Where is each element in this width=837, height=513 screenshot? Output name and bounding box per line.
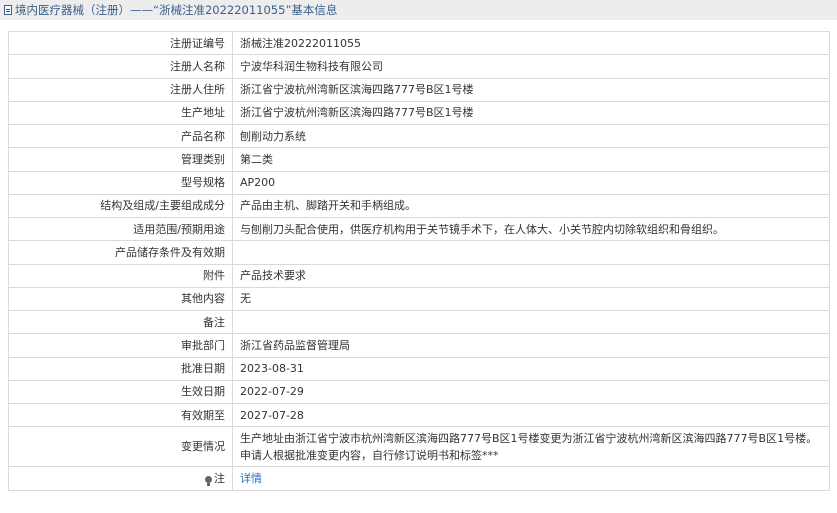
row-value: 第二类: [232, 147, 830, 172]
row-label: 变更情况: [8, 426, 233, 468]
row-value: 2027-07-28: [232, 402, 830, 428]
row-value: [232, 240, 830, 265]
row-label: 产品名称: [8, 123, 233, 149]
row-value: AP200: [232, 170, 830, 195]
table-row: 适用范围/预期用途 与刨削刀头配合使用，供医疗机构用于关节镜手术下，在人体大、小…: [8, 216, 830, 242]
row-label: 有效期至: [8, 402, 233, 428]
row-label: 适用范围/预期用途: [8, 216, 233, 242]
table-row: 生效日期 2022-07-29: [8, 379, 830, 405]
row-value: 刨削动力系统: [232, 123, 830, 149]
row-value: [232, 309, 830, 335]
row-label: 审批部门: [8, 333, 233, 358]
table-row: 管理类别 第二类: [8, 147, 830, 172]
row-value: 生产地址由浙江省宁波市杭州湾新区滨海四路777号B区1号楼变更为浙江省宁波杭州湾…: [232, 426, 830, 468]
row-value: 产品技术要求: [232, 263, 830, 288]
row-value: 浙江省宁波杭州湾新区滨海四路777号B区1号楼: [232, 77, 830, 102]
table-row: 其他内容 无: [8, 286, 830, 312]
row-label: 附件: [8, 263, 233, 288]
table-row: 型号规格 AP200: [8, 170, 830, 195]
table-row: 产品名称 刨削动力系统: [8, 123, 830, 149]
row-label: 产品储存条件及有效期: [8, 240, 233, 265]
note-label: 注: [8, 466, 233, 491]
note-value: 详情: [232, 466, 830, 491]
row-label: 其他内容: [8, 286, 233, 312]
row-label: 批准日期: [8, 356, 233, 381]
page-title: 境内医疗器械（注册）——“浙械注准20222011055”基本信息: [15, 3, 338, 17]
detail-link[interactable]: 详情: [240, 472, 262, 485]
table-row: 注册证编号 浙械注准20222011055: [8, 30, 830, 56]
row-value: 2022-07-29: [232, 379, 830, 405]
row-label: 管理类别: [8, 147, 233, 172]
row-value: 2023-08-31: [232, 356, 830, 381]
table-row: 注册人住所 浙江省宁波杭州湾新区滨海四路777号B区1号楼: [8, 77, 830, 102]
table-row-note: 注 详情: [8, 466, 830, 491]
note-label-text: 注: [214, 471, 225, 485]
row-value: 与刨削刀头配合使用，供医疗机构用于关节镜手术下，在人体大、小关节腔内切除软组织和…: [232, 216, 830, 242]
table-row: 产品储存条件及有效期: [8, 240, 830, 265]
table-row: 注册人名称 宁波华科润生物科技有限公司: [8, 54, 830, 79]
row-value: 浙江省宁波杭州湾新区滨海四路777号B区1号楼: [232, 100, 830, 126]
row-value: 浙械注准20222011055: [232, 30, 830, 56]
row-label: 结构及组成/主要组成成分: [8, 193, 233, 219]
row-label: 备注: [8, 309, 233, 335]
table-row: 有效期至 2027-07-28: [8, 402, 830, 428]
row-label: 注册人住所: [8, 77, 233, 102]
row-label: 生效日期: [8, 379, 233, 405]
row-value: 无: [232, 286, 830, 312]
row-value: 浙江省药品监督管理局: [232, 333, 830, 358]
table-row: 附件 产品技术要求: [8, 263, 830, 288]
document-icon: [4, 5, 12, 15]
row-value: 宁波华科润生物科技有限公司: [232, 54, 830, 79]
row-label: 注册人名称: [8, 54, 233, 79]
row-label: 型号规格: [8, 170, 233, 195]
table-row: 批准日期 2023-08-31: [8, 356, 830, 381]
page-title-bar: 境内医疗器械（注册）——“浙械注准20222011055”基本信息: [0, 0, 837, 20]
table-row: 备注: [8, 309, 830, 335]
table-row: 结构及组成/主要组成成分 产品由主机、脚踏开关和手柄组成。: [8, 193, 830, 219]
table-row: 变更情况 生产地址由浙江省宁波市杭州湾新区滨海四路777号B区1号楼变更为浙江省…: [8, 426, 830, 468]
table-row: 生产地址 浙江省宁波杭州湾新区滨海四路777号B区1号楼: [8, 100, 830, 126]
lightbulb-icon: [205, 475, 212, 486]
device-info-table: 注册证编号 浙械注准20222011055 注册人名称 宁波华科润生物科技有限公…: [8, 30, 830, 491]
row-label: 生产地址: [8, 100, 233, 126]
row-label: 注册证编号: [8, 30, 233, 56]
table-row: 审批部门 浙江省药品监督管理局: [8, 333, 830, 358]
row-value: 产品由主机、脚踏开关和手柄组成。: [232, 193, 830, 219]
